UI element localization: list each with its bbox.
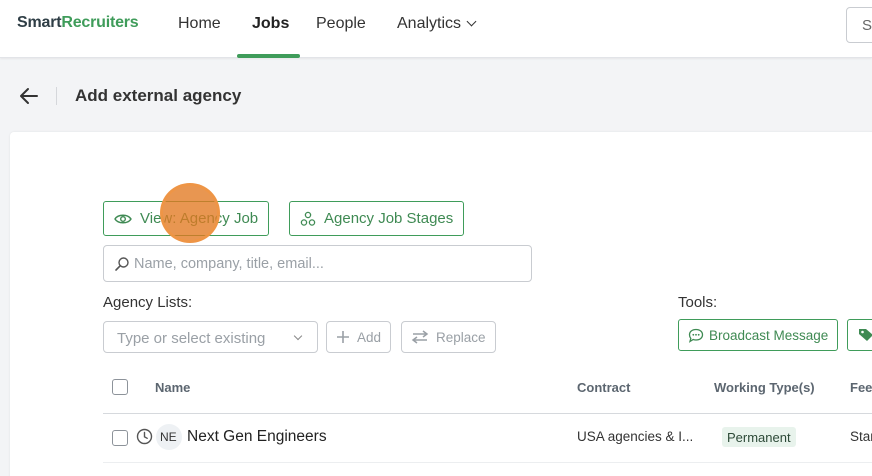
chat-bubble-icon — [688, 328, 704, 343]
agency-list-select[interactable]: Type or select existing — [103, 321, 318, 353]
page-title: Add external agency — [75, 86, 242, 105]
agency-lists-label: Agency Lists: — [103, 294, 193, 311]
avatar: NE — [156, 424, 182, 450]
broadcast-message-button[interactable]: Broadcast Message — [678, 319, 839, 351]
top-navigation-bar: SmartRecruiters Home Jobs People Analyti… — [0, 0, 872, 58]
smartrecruiters-logo[interactable]: SmartRecruiters — [17, 14, 139, 32]
swap-icon — [411, 330, 429, 344]
plus-icon — [337, 331, 349, 343]
agency-name-link[interactable]: Next Gen Engineers — [187, 428, 327, 446]
tag-icon — [859, 329, 872, 341]
nav-item-analytics[interactable]: Analytics — [397, 15, 477, 33]
add-list-label: Add — [357, 329, 382, 345]
column-header-name[interactable]: Name — [155, 380, 190, 395]
click-indicator — [160, 183, 220, 243]
add-list-button[interactable]: Add — [326, 321, 392, 353]
agency-list-select-placeholder: Type or select existing — [117, 330, 266, 347]
chevron-down-icon — [466, 16, 477, 27]
table-header-divider — [103, 413, 872, 414]
contract-cell: USA agencies & I... — [577, 429, 694, 444]
header-divider — [56, 87, 57, 105]
search-icon — [115, 256, 129, 271]
broadcast-message-label: Broadcast Message — [709, 327, 829, 343]
replace-list-button[interactable]: Replace — [401, 321, 496, 353]
row-checkbox[interactable] — [112, 430, 128, 446]
eye-icon — [114, 214, 132, 223]
column-header-working-type[interactable]: Working Type(s) — [714, 380, 815, 395]
search-input[interactable] — [134, 255, 514, 272]
column-header-fee[interactable]: Fee — [850, 380, 872, 395]
table-row-divider — [103, 462, 872, 463]
arrow-left-icon[interactable] — [18, 85, 40, 107]
working-type-badge: Permanent — [722, 427, 796, 447]
nav-item-analytics-label: Analytics — [397, 15, 462, 32]
stages-icon — [300, 211, 316, 226]
nav-item-jobs[interactable]: Jobs — [252, 15, 289, 33]
column-header-contract[interactable]: Contract — [577, 380, 630, 395]
active-tab-indicator — [237, 54, 300, 58]
nav-item-people[interactable]: People — [316, 15, 366, 33]
chevron-down-icon — [293, 331, 303, 341]
tag-button[interactable] — [847, 319, 872, 351]
clock-icon — [136, 428, 153, 445]
agency-job-stages-button[interactable]: Agency Job Stages — [289, 201, 465, 236]
tools-label: Tools: — [678, 294, 718, 311]
select-all-checkbox[interactable] — [112, 379, 128, 395]
global-search-input[interactable]: S — [846, 7, 872, 43]
agency-search-field[interactable] — [103, 245, 532, 282]
nav-item-home[interactable]: Home — [178, 15, 221, 33]
agency-job-stages-label: Agency Job Stages — [324, 210, 454, 227]
replace-list-label: Replace — [436, 329, 486, 345]
fee-cell: Star — [850, 429, 872, 444]
